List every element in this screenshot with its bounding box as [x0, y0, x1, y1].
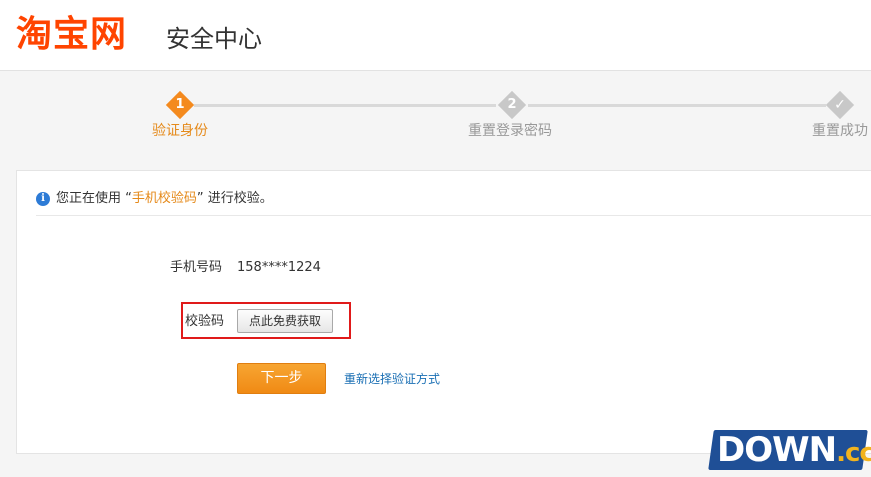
phone-number-value: 158****1224 [237, 260, 321, 275]
verification-notice: i 您正在使用 “手机校验码” 进行校验。 [36, 187, 273, 211]
watermark-ext: .cc [836, 438, 871, 468]
step-1-number: 1 [175, 97, 185, 112]
checkmark-icon: ✓ [834, 97, 846, 113]
notice-suffix: ” 进行校验。 [196, 191, 273, 206]
verification-code-label: 校验码 [185, 314, 225, 329]
info-icon: i [36, 191, 50, 206]
get-code-button[interactable]: 点此免费获取 [237, 309, 333, 333]
step-2-number: 2 [507, 97, 517, 112]
taobao-logo[interactable]: 淘宝网 [16, 13, 127, 57]
progress-steps [0, 70, 871, 160]
watermark-text: DOWN [717, 430, 837, 470]
header-bar: 淘宝网 安全中心 [0, 0, 871, 71]
step-connector [194, 104, 496, 107]
watermark-logo: DOWN.cc [717, 430, 871, 470]
notice-prefix: 您正在使用 “ [56, 191, 132, 206]
notice-method: 手机校验码 [131, 191, 197, 206]
step-1-label: 验证身份 [152, 123, 208, 139]
step-3-label: 重置成功 [812, 123, 868, 139]
divider [36, 215, 871, 216]
phone-label: 手机号码 [170, 260, 223, 275]
page-title: 安全中心 [166, 25, 262, 53]
next-step-button[interactable]: 下一步 [237, 363, 326, 394]
reselect-method-link[interactable]: 重新选择验证方式 [344, 370, 440, 388]
step-2-label: 重置登录密码 [468, 123, 552, 139]
verification-panel [16, 170, 871, 454]
step-connector [528, 104, 826, 107]
